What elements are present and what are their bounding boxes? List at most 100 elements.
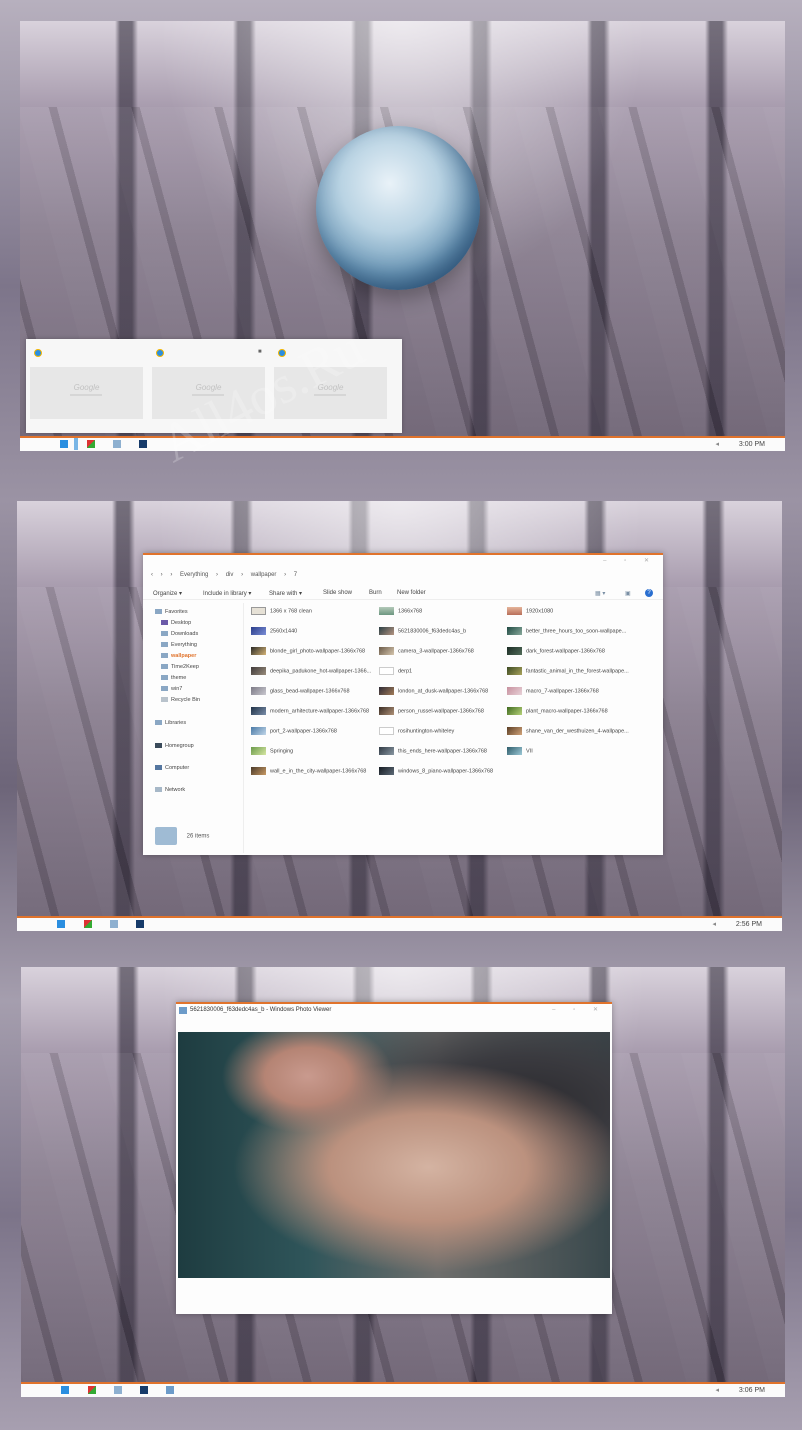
speaker-icon[interactable]: ◂ <box>712 920 716 928</box>
back-icon[interactable]: ‹ <box>151 572 153 578</box>
homegroup-icon <box>155 743 162 749</box>
breadcrumb-7[interactable]: 7 <box>294 572 297 578</box>
breadcrumb-everything[interactable]: Everything <box>180 572 208 578</box>
nav-wallpaper[interactable]: wallpaper <box>161 653 196 659</box>
folder-icon <box>161 675 168 681</box>
file-item[interactable]: this_ends_here-wallpaper-1366x768 <box>379 747 509 757</box>
nav-win7[interactable]: win7 <box>161 686 182 692</box>
preview-pane-icon[interactable]: ▣ <box>625 590 631 597</box>
nav-downloads[interactable]: Downloads <box>161 631 198 637</box>
nav-recycle-bin[interactable]: Recycle Bin <box>161 697 200 703</box>
image-thumbnail <box>379 767 394 775</box>
image-thumbnail <box>251 607 266 615</box>
nav-favorites[interactable]: Favorites <box>155 609 188 615</box>
breadcrumb-div[interactable]: div <box>226 572 234 578</box>
image-thumbnail <box>379 647 394 655</box>
taskbar-clock[interactable]: 2:56 PM <box>736 921 762 928</box>
nav-libraries[interactable]: Libraries <box>155 720 186 726</box>
speaker-icon[interactable]: ◂ <box>715 440 719 448</box>
image-thumbnail <box>251 707 266 715</box>
file-item[interactable]: derp1 <box>379 667 509 677</box>
thumbnail-ie-window[interactable]: Google <box>30 349 143 419</box>
nav-desktop[interactable]: Desktop <box>161 620 191 626</box>
file-item[interactable]: blonde_girl_photo-wallpaper-1366x768 <box>251 647 381 657</box>
computer-icon <box>155 765 162 771</box>
image-thumbnail <box>251 647 266 655</box>
file-item[interactable]: person_russel-wallpaper-1366x768 <box>379 707 509 717</box>
file-item[interactable]: london_at_dusk-wallpaper-1366x768 <box>379 687 509 697</box>
file-item[interactable]: fantastic_animal_in_the_forest-wallpape.… <box>507 667 637 677</box>
nav-theme[interactable]: theme <box>161 675 186 681</box>
file-item[interactable]: camera_3-wallpaper-1366x768 <box>379 647 509 657</box>
photoshop-taskbar-icon[interactable] <box>140 1386 148 1394</box>
image-thumbnail <box>379 607 394 615</box>
folder-icon <box>161 653 168 659</box>
file-item[interactable]: windows_8_piano-wallpaper-1366x768 <box>379 767 509 777</box>
photoshop-taskbar-icon[interactable] <box>136 920 144 928</box>
file-item[interactable]: modern_arhitecture-wallpaper-1366x768 <box>251 707 381 717</box>
file-item[interactable]: macro_7-wallpaper-1366x768 <box>507 687 637 697</box>
nav-everything[interactable]: Everything <box>161 642 197 648</box>
image-thumbnail <box>507 627 522 635</box>
taskbar-clock[interactable]: 3:06 PM <box>739 1387 765 1394</box>
forward-icon[interactable]: › <box>161 572 163 578</box>
image-thumbnail <box>251 767 266 775</box>
file-item[interactable]: wall_e_in_the_city-wallpaper-1366x768 <box>251 767 381 777</box>
image-thumbnail <box>379 627 394 635</box>
image-thumbnail <box>379 667 394 675</box>
image-thumbnail <box>507 747 522 755</box>
file-item[interactable]: 2560x1440 <box>251 627 381 637</box>
file-item[interactable]: 5621830006_f63dedc4as_b <box>379 627 509 637</box>
file-item[interactable]: rosihuntington-whiteley <box>379 727 509 737</box>
folder-taskbar-icon[interactable] <box>113 440 121 448</box>
file-item[interactable]: deepika_padukone_hot-wallpaper-1366... <box>251 667 381 677</box>
file-item[interactable]: Springing <box>251 747 381 757</box>
displayed-photo <box>178 1032 610 1278</box>
network-icon <box>155 787 162 793</box>
file-item[interactable]: port_2-wallpaper-1366x768 <box>251 727 381 737</box>
desktop-screenshot-2: – ▫ ✕ ‹ › › Everything › div › wallpaper… <box>17 501 782 931</box>
file-item[interactable]: 1366x768 <box>379 607 509 617</box>
file-item[interactable]: VII <box>507 747 637 757</box>
folder-taskbar-icon[interactable] <box>114 1386 122 1394</box>
file-item[interactable]: 1920x1080 <box>507 607 637 617</box>
slide-show-button[interactable]: Slide show <box>323 590 352 596</box>
ie-taskbar-icon[interactable] <box>61 1386 69 1394</box>
address-bar[interactable]: ‹ › › Everything › div › wallpaper › 7 <box>151 572 655 582</box>
image-thumbnail <box>379 747 394 755</box>
photo-viewer-taskbar-icon[interactable] <box>166 1386 174 1394</box>
new-folder-button[interactable]: New folder <box>397 590 426 596</box>
file-item[interactable]: 1366 x 768 clean <box>251 607 381 617</box>
breadcrumb-wallpaper[interactable]: wallpaper <box>251 572 277 578</box>
chrome-taskbar-icon[interactable] <box>84 920 92 928</box>
photoshop-taskbar-icon[interactable] <box>139 440 147 448</box>
burn-button[interactable]: Burn <box>369 590 382 596</box>
view-options-icon[interactable]: ▦ ▾ <box>595 590 605 597</box>
window-controls[interactable]: – ▫ ✕ <box>552 1006 606 1013</box>
nav-homegroup[interactable]: Homegroup <box>155 743 194 749</box>
help-icon[interactable]: ? <box>645 589 653 597</box>
nav-network[interactable]: Network <box>155 787 185 793</box>
ie-taskbar-icon[interactable] <box>57 920 65 928</box>
ie-taskbar-icon[interactable] <box>60 440 68 448</box>
window-controls[interactable]: – ▫ ✕ <box>603 557 657 564</box>
nav-computer[interactable]: Computer <box>155 765 189 771</box>
taskbar-clock[interactable]: 3:00 PM <box>739 441 765 448</box>
file-item[interactable]: glass_bead-wallpaper-1366x768 <box>251 687 381 697</box>
file-item[interactable]: dark_forest-wallpaper-1366x768 <box>507 647 637 657</box>
include-in-library-button[interactable]: Include in library ▾ <box>203 590 251 597</box>
star-icon <box>155 609 162 615</box>
chrome-taskbar-icon[interactable] <box>88 1386 96 1394</box>
navigation-pane: Favorites Desktop Downloads Everything w… <box>143 603 244 853</box>
breadcrumb-sep: › <box>170 572 173 578</box>
folder-taskbar-icon[interactable] <box>110 920 118 928</box>
file-item[interactable]: better_three_hours_too_soon-wallpape... <box>507 627 637 637</box>
close-icon[interactable]: ■ <box>258 349 262 355</box>
share-with-button[interactable]: Share with ▾ <box>269 590 302 597</box>
file-item[interactable]: plant_macro-wallpaper-1366x768 <box>507 707 637 717</box>
nav-time2keep[interactable]: Time2Keep <box>161 664 199 670</box>
file-item[interactable]: shane_van_der_westhuizen_4-wallpape... <box>507 727 637 737</box>
organize-button[interactable]: Organize ▾ <box>153 590 182 597</box>
chrome-taskbar-icon[interactable] <box>87 440 95 448</box>
speaker-icon[interactable]: ◂ <box>715 1386 719 1394</box>
